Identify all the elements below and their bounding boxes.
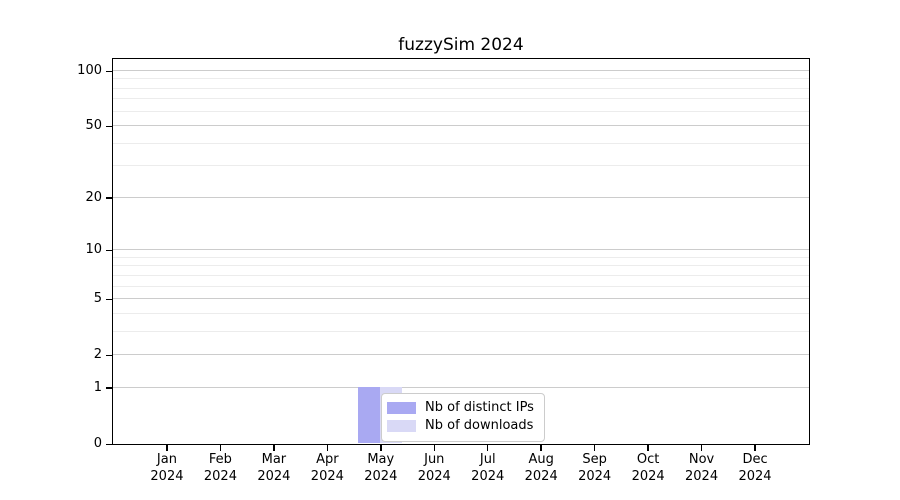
legend-swatch-icon: [387, 402, 416, 414]
y-tick-label: 10: [42, 242, 102, 258]
legend-label: Nb of distinct IPs: [425, 399, 534, 417]
minor-gridline: [113, 111, 809, 112]
x-tick-year: 2024: [353, 469, 409, 486]
x-tick-year: 2024: [139, 469, 195, 486]
legend-row: Nb of downloads: [387, 417, 534, 435]
legend-row: Nb of distinct IPs: [387, 399, 534, 417]
x-tick-mark: [166, 445, 168, 451]
major-gridline: [113, 354, 809, 355]
minor-gridline: [113, 98, 809, 99]
x-tick-label: Aug2024: [513, 452, 569, 485]
chart-title: fuzzySim 2024: [112, 35, 810, 55]
y-tick-label: 20: [42, 190, 102, 206]
y-tick-mark: [106, 299, 112, 301]
x-tick-label: Sep2024: [567, 452, 623, 485]
x-tick-year: 2024: [674, 469, 730, 486]
y-tick-label: 2: [42, 347, 102, 363]
major-gridline: [113, 298, 809, 299]
minor-gridline: [113, 265, 809, 266]
x-tick-year: 2024: [246, 469, 302, 486]
x-tick-label: Mar2024: [246, 452, 302, 485]
minor-gridline: [113, 275, 809, 276]
minor-gridline: [113, 313, 809, 314]
minor-gridline: [113, 165, 809, 166]
x-tick-month: Mar: [246, 452, 302, 469]
x-tick-mark: [754, 445, 756, 451]
x-tick-mark: [220, 445, 222, 451]
major-gridline: [113, 387, 809, 388]
x-tick-label: May2024: [353, 452, 409, 485]
x-tick-month: Feb: [192, 452, 248, 469]
x-tick-month: Nov: [674, 452, 730, 469]
minor-gridline: [113, 143, 809, 144]
major-gridline: [113, 197, 809, 198]
x-tick-mark: [701, 445, 703, 451]
x-tick-label: Dec2024: [727, 452, 783, 485]
y-tick-label: 1: [42, 380, 102, 396]
x-tick-mark: [380, 445, 382, 451]
legend-label: Nb of downloads: [425, 417, 533, 435]
x-tick-month: Jan: [139, 452, 195, 469]
x-tick-label: Feb2024: [192, 452, 248, 485]
x-tick-year: 2024: [567, 469, 623, 486]
x-tick-label: Apr2024: [299, 452, 355, 485]
x-tick-mark: [594, 445, 596, 451]
x-tick-month: Sep: [567, 452, 623, 469]
y-tick-label: 0: [42, 436, 102, 452]
y-tick-label: 100: [42, 63, 102, 79]
y-tick-mark: [106, 250, 112, 252]
x-tick-month: Jul: [460, 452, 516, 469]
x-tick-year: 2024: [406, 469, 462, 486]
x-tick-year: 2024: [513, 469, 569, 486]
x-tick-month: May: [353, 452, 409, 469]
x-tick-month: Apr: [299, 452, 355, 469]
x-tick-year: 2024: [299, 469, 355, 486]
legend-swatch-icon: [387, 420, 416, 432]
y-tick-mark: [106, 355, 112, 357]
major-gridline: [113, 125, 809, 126]
legend: Nb of distinct IPsNb of downloads: [381, 393, 545, 442]
x-tick-year: 2024: [192, 469, 248, 486]
x-tick-mark: [647, 445, 649, 451]
minor-gridline: [113, 257, 809, 258]
x-tick-mark: [434, 445, 436, 451]
x-tick-label: Jan2024: [139, 452, 195, 485]
y-tick-mark: [106, 444, 112, 446]
major-gridline: [113, 249, 809, 250]
plot-area: Nb of distinct IPsNb of downloads: [112, 58, 810, 445]
x-tick-mark: [273, 445, 275, 451]
x-tick-label: Oct2024: [620, 452, 676, 485]
x-tick-year: 2024: [727, 469, 783, 486]
minor-gridline: [113, 331, 809, 332]
y-tick-label: 50: [42, 118, 102, 134]
y-tick-mark: [106, 71, 112, 73]
x-tick-label: Jun2024: [406, 452, 462, 485]
x-tick-year: 2024: [460, 469, 516, 486]
x-tick-month: Aug: [513, 452, 569, 469]
minor-gridline: [113, 78, 809, 79]
y-tick-mark: [106, 197, 112, 199]
y-tick-mark: [106, 126, 112, 128]
y-tick-label: 5: [42, 291, 102, 307]
x-tick-month: Oct: [620, 452, 676, 469]
x-tick-month: Dec: [727, 452, 783, 469]
bar-may-distinct-ips: [358, 387, 380, 443]
y-tick-mark: [106, 387, 112, 389]
minor-gridline: [113, 286, 809, 287]
x-tick-label: Jul2024: [460, 452, 516, 485]
minor-gridline: [113, 88, 809, 89]
x-tick-mark: [327, 445, 329, 451]
x-tick-mark: [540, 445, 542, 451]
x-tick-month: Jun: [406, 452, 462, 469]
figure: fuzzySim 2024 Nb of distinct IPsNb of do…: [0, 0, 900, 500]
x-tick-label: Nov2024: [674, 452, 730, 485]
x-tick-year: 2024: [620, 469, 676, 486]
x-tick-mark: [487, 445, 489, 451]
major-gridline: [113, 70, 809, 71]
